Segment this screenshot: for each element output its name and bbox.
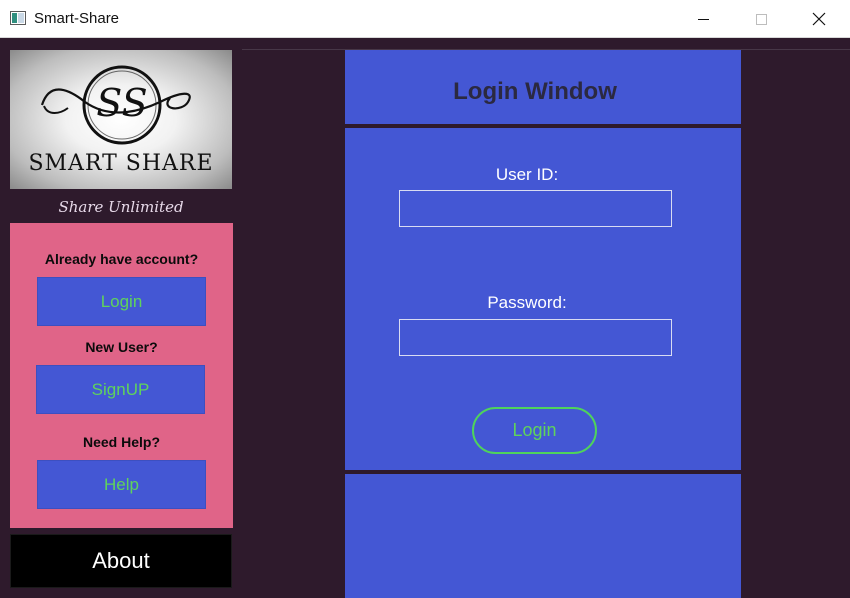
logo-text: SMART SHARE bbox=[28, 151, 214, 176]
sidebar-login-button[interactable]: Login bbox=[37, 277, 206, 326]
header-panel: Login Window bbox=[345, 50, 741, 124]
account-prompt: Already have account? bbox=[44, 251, 199, 267]
sidebar-panel: Already have account? Login New User? Si… bbox=[10, 223, 233, 528]
maximize-icon bbox=[755, 13, 767, 25]
page-title: Login Window bbox=[453, 78, 617, 105]
main-column: Login Window User ID: Password: Login bbox=[345, 50, 741, 598]
logo: SS SMART SHARE bbox=[10, 50, 232, 189]
tagline: Share Unlimited bbox=[58, 198, 184, 216]
maximize-button[interactable] bbox=[732, 0, 790, 38]
minimize-icon bbox=[697, 18, 709, 20]
bottom-panel bbox=[345, 474, 741, 598]
user-id-label: User ID: bbox=[495, 165, 559, 184]
password-label: Password: bbox=[487, 293, 567, 312]
signup-button[interactable]: SignUP bbox=[36, 365, 205, 414]
help-prompt: Need Help? bbox=[82, 434, 160, 450]
title-bar: Smart-Share bbox=[0, 0, 850, 38]
login-button[interactable]: Login bbox=[472, 407, 597, 454]
svg-text:SS: SS bbox=[96, 81, 147, 125]
new-user-prompt: New User? bbox=[85, 339, 158, 355]
close-icon bbox=[812, 12, 826, 26]
about-button[interactable]: About bbox=[10, 534, 232, 588]
window-body: SS SMART SHARE Share Unlimited Already h… bbox=[0, 38, 850, 598]
app-icon bbox=[10, 11, 26, 25]
minimize-button[interactable] bbox=[674, 0, 732, 38]
login-form: User ID: Password: Login bbox=[345, 128, 741, 470]
password-input[interactable] bbox=[399, 319, 672, 356]
close-button[interactable] bbox=[790, 0, 848, 38]
help-button[interactable]: Help bbox=[37, 460, 206, 509]
user-id-input[interactable] bbox=[399, 190, 672, 227]
window-title: Smart-Share bbox=[34, 10, 120, 27]
